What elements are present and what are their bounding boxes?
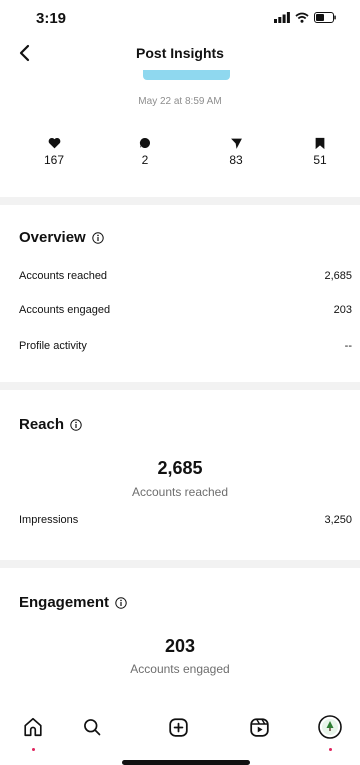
post-thumbnail[interactable] [143, 70, 230, 80]
shares-stat: 83 [206, 135, 266, 167]
home-notification-dot [31, 748, 35, 751]
tab-bar [0, 704, 360, 765]
reach-title-text: Reach [19, 416, 65, 433]
engagement-big-label: Accounts engaged [130, 662, 230, 676]
tab-profile[interactable] [315, 712, 345, 742]
post-date: May 22 at 8:59 AM [138, 96, 222, 107]
tab-create[interactable] [163, 712, 193, 742]
signal-icon [274, 12, 290, 23]
engagement-title: Engagement [19, 594, 127, 611]
row-value: -- [344, 340, 352, 352]
info-icon[interactable] [115, 596, 127, 609]
reach-title: Reach [19, 416, 82, 433]
nav-bar: Post Insights [0, 36, 360, 70]
heart-icon [48, 137, 60, 149]
create-icon [168, 717, 188, 737]
battery-icon [314, 12, 336, 23]
page-title: Post Insights [136, 45, 224, 61]
likes-count: 167 [43, 153, 65, 167]
overview-title-text: Overview [19, 229, 86, 246]
accounts-reached-row[interactable]: Accounts reached 2,685 [19, 270, 352, 282]
row-label: Accounts reached [19, 270, 108, 282]
section-divider [0, 560, 360, 568]
comments-count: 2 [141, 153, 149, 167]
info-icon[interactable] [70, 418, 82, 431]
profile-avatar [318, 715, 342, 739]
saves-count: 51 [313, 153, 327, 167]
row-value: 3,250 [324, 514, 352, 526]
engagement-title-text: Engagement [19, 594, 110, 611]
status-bar: 3:19 [0, 0, 360, 36]
section-divider [0, 197, 360, 205]
tab-reels[interactable] [244, 712, 274, 742]
status-time: 3:19 [36, 10, 67, 27]
accounts-engaged-row[interactable]: Accounts engaged 203 [19, 304, 352, 316]
impressions-row[interactable]: Impressions 3,250 [19, 514, 352, 526]
section-divider [0, 382, 360, 390]
engagement-big-number: 203 [164, 636, 196, 656]
likes-stat: 167 [24, 135, 84, 167]
row-value: 203 [333, 304, 352, 316]
tab-search[interactable] [77, 712, 107, 742]
comments-stat: 2 [115, 135, 175, 167]
row-label: Accounts engaged [19, 304, 111, 316]
search-icon [84, 719, 101, 736]
share-icon [230, 138, 242, 149]
home-icon [24, 717, 42, 737]
profile-activity-row[interactable]: Profile activity -- [19, 340, 352, 352]
wifi-icon [295, 12, 309, 23]
overview-title: Overview [19, 229, 104, 246]
row-label: Impressions [19, 514, 79, 526]
comment-icon [139, 137, 151, 148]
saves-stat: 51 [290, 135, 350, 167]
row-label: Profile activity [19, 340, 87, 352]
profile-notification-dot [328, 748, 332, 751]
reach-big-label: Accounts reached [131, 485, 229, 499]
reach-big-number: 2,685 [157, 458, 203, 478]
bookmark-icon [315, 137, 325, 149]
row-value: 2,685 [324, 270, 352, 282]
shares-count: 83 [229, 153, 243, 167]
home-indicator [122, 760, 250, 765]
tab-home[interactable] [18, 712, 48, 742]
info-icon[interactable] [92, 231, 104, 244]
reels-icon [249, 717, 269, 737]
status-icons [274, 12, 336, 23]
